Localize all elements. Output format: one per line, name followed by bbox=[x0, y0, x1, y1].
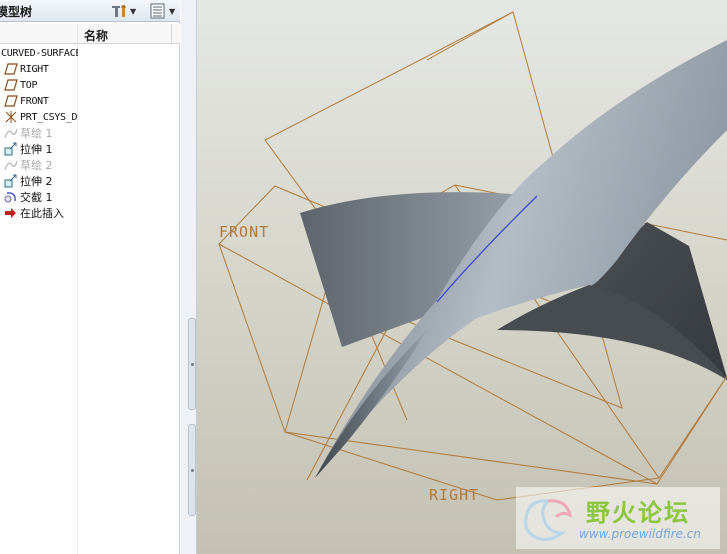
tree-item-extrude-1[interactable]: 拉伸 1 bbox=[0, 141, 78, 157]
tree-item-sketch-2[interactable]: 草绘 2 bbox=[0, 157, 78, 173]
tree-item-label: 拉伸 2 bbox=[20, 175, 53, 188]
insert-here-arrow-icon bbox=[3, 206, 18, 220]
tree-item-insert-here[interactable]: 在此插入 bbox=[0, 205, 78, 221]
intersect-icon bbox=[3, 190, 18, 204]
extrude-icon bbox=[3, 174, 18, 188]
tree-item-label: 拉伸 1 bbox=[20, 143, 53, 156]
datum-label-front: FRONT bbox=[219, 223, 269, 241]
tree-columns-button[interactable]: ▼ bbox=[149, 2, 175, 20]
tree-item-right[interactable]: RIGHT bbox=[0, 61, 78, 77]
model-tree-header: 模型树 ▼ ▼ bbox=[0, 0, 180, 22]
tree-item-csys[interactable]: PRT_CSYS_DEF bbox=[0, 109, 78, 125]
tree-settings-icon bbox=[112, 5, 126, 17]
tree-item-label: FRONT bbox=[20, 95, 49, 107]
sketch-icon bbox=[3, 158, 18, 172]
datum-plane-icon bbox=[3, 62, 18, 76]
tree-item-label: 草绘 2 bbox=[20, 159, 53, 172]
column-name-label: 名称 bbox=[84, 29, 109, 43]
coordinate-system-icon bbox=[3, 110, 18, 124]
model-canvas[interactable]: FRONT RIGHT bbox=[197, 0, 727, 554]
chevron-down-icon: ▼ bbox=[130, 6, 137, 16]
model-tree-panel: 模型树 ▼ ▼ 名称 CURVED-SURFACE.PRT bbox=[0, 0, 180, 554]
sketch-icon bbox=[3, 126, 18, 140]
model-tree-title: 模型树 bbox=[0, 5, 33, 19]
watermark-url: www.proewildfire.cn bbox=[579, 527, 701, 541]
tree-root-part[interactable]: CURVED-SURFACE.PRT bbox=[0, 45, 78, 61]
tree-item-label: 交截 1 bbox=[20, 191, 53, 204]
splitter-handle[interactable] bbox=[188, 318, 196, 410]
tree-item-sketch-1[interactable]: 草绘 1 bbox=[0, 125, 78, 141]
grip-dot bbox=[191, 363, 194, 366]
datum-plane-icon bbox=[3, 78, 18, 92]
datum-plane-icon bbox=[3, 94, 18, 108]
grip-dot bbox=[191, 469, 194, 472]
tree-item-intersect-1[interactable]: 交截 1 bbox=[0, 189, 78, 205]
tree-item-extrude-2[interactable]: 拉伸 2 bbox=[0, 173, 78, 189]
model-tree-list: CURVED-SURFACE.PRT RIGHT TOP FRONT PRT_C bbox=[0, 45, 78, 221]
graphics-viewport[interactable]: FRONT RIGHT bbox=[197, 0, 727, 554]
datum-label-right: RIGHT bbox=[429, 486, 479, 504]
tree-item-label: PRT_CSYS_DEF bbox=[20, 111, 78, 123]
watermark-title: 野火论坛 bbox=[586, 499, 690, 527]
surface-blade-tip bbox=[315, 330, 427, 478]
splitter-handle[interactable] bbox=[188, 424, 196, 516]
watermark-logo-icon bbox=[524, 499, 573, 541]
tree-item-top[interactable]: TOP bbox=[0, 77, 78, 93]
tree-item-label: 草绘 1 bbox=[20, 127, 53, 140]
column-divider bbox=[171, 24, 172, 44]
tree-item-label: 在此插入 bbox=[20, 207, 64, 220]
tree-column-header: 名称 bbox=[0, 24, 180, 44]
extrude-icon bbox=[3, 142, 18, 156]
tree-item-label: TOP bbox=[20, 79, 38, 91]
tree-settings-button[interactable]: ▼ bbox=[110, 2, 136, 20]
tree-item-label: RIGHT bbox=[20, 63, 49, 75]
tree-columns-icon bbox=[150, 3, 165, 19]
tree-root-label: CURVED-SURFACE.PRT bbox=[1, 47, 78, 59]
chevron-down-icon: ▼ bbox=[169, 6, 176, 16]
tree-item-front[interactable]: FRONT bbox=[0, 93, 78, 109]
